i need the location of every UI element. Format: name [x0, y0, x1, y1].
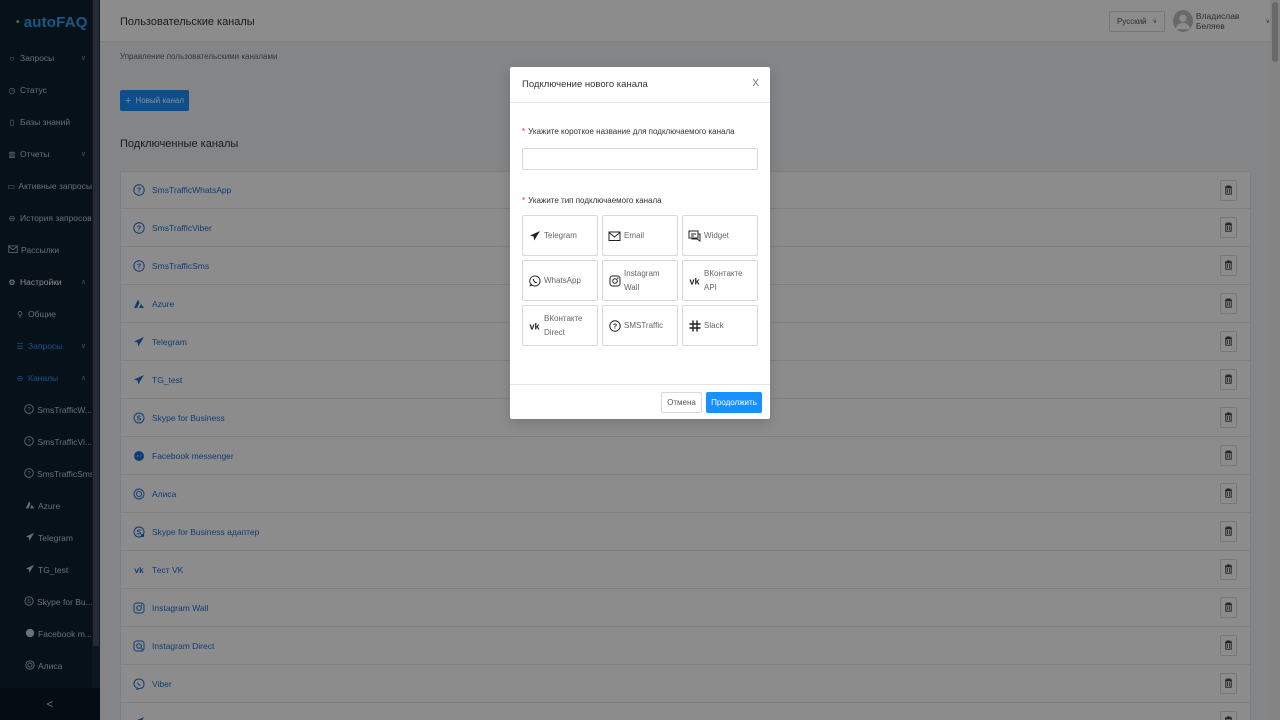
vk-icon: vk	[688, 274, 701, 287]
svg-text:?: ?	[612, 323, 616, 330]
channel-type-option[interactable]: Widget	[682, 215, 758, 256]
modal-footer: Отмена Продолжить	[510, 384, 770, 419]
channel-type-label: Email	[624, 230, 645, 240]
channel-type-label: Slack	[704, 320, 724, 330]
svg-text:vk: vk	[689, 276, 700, 286]
required-mark: *	[522, 196, 526, 205]
channel-type-label-text: Укажите тип подключаемого канала	[528, 196, 662, 205]
channel-type-label: Telegram	[544, 230, 577, 240]
channel-name-label-text: Укажите короткое название для подключаем…	[528, 127, 735, 136]
channel-type-option[interactable]: ? SMSTraffic	[602, 305, 678, 346]
channel-type-option[interactable]: vk ВКонтакте API	[682, 260, 758, 301]
channel-type-label: WhatsApp	[544, 275, 581, 285]
widget-icon	[688, 229, 701, 242]
channel-type-label: Widget	[704, 230, 729, 240]
instagram-icon	[608, 274, 621, 287]
close-icon[interactable]: X	[752, 78, 759, 89]
channel-type-option[interactable]: WhatsApp	[522, 260, 598, 301]
modal-title: Подключение нового канала	[510, 67, 770, 103]
new-channel-modal: Подключение нового канала X * Укажите кор…	[510, 67, 770, 419]
channel-name-label: * Укажите короткое название для подключае…	[522, 127, 735, 136]
channel-type-label: ВКонтакте API	[704, 268, 743, 292]
whatsapp-icon	[528, 274, 541, 287]
channel-type-label: * Укажите тип подключаемого канала	[522, 196, 662, 205]
continue-button[interactable]: Продолжить	[706, 392, 762, 413]
cancel-button[interactable]: Отмена	[661, 392, 702, 413]
channel-type-option[interactable]: Instagram Wall	[602, 260, 678, 301]
channel-type-option[interactable]: Email	[602, 215, 678, 256]
channel-type-option[interactable]: vk ВКонтакте Direct	[522, 305, 598, 346]
svg-text:vk: vk	[529, 321, 540, 331]
vk-icon: vk	[528, 319, 541, 332]
telegram-icon	[528, 229, 541, 242]
question-icon: ?	[608, 319, 621, 332]
slack-icon	[688, 319, 701, 332]
required-mark: *	[522, 127, 526, 136]
channel-type-label: ВКонтакте Direct	[544, 313, 583, 337]
channel-type-option[interactable]: Slack	[682, 305, 758, 346]
channel-type-label: Instagram Wall	[624, 268, 660, 292]
channel-type-label: SMSTraffic	[624, 320, 664, 330]
channel-name-input[interactable]	[522, 148, 758, 170]
channel-type-option[interactable]: Telegram	[522, 215, 598, 256]
mail-icon	[608, 229, 621, 242]
